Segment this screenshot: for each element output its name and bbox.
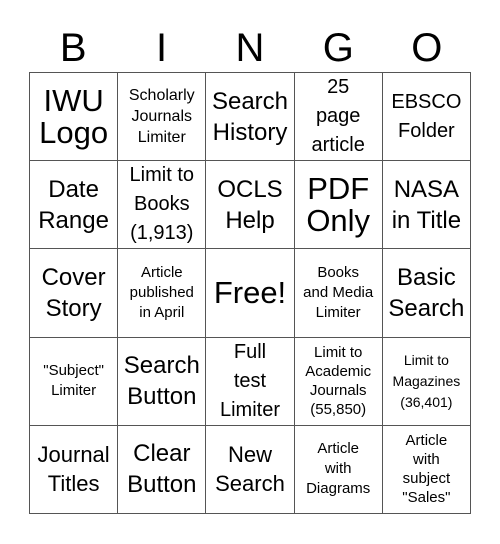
cell-label: Date Range — [38, 175, 109, 234]
bingo-cell[interactable]: Journal Titles — [30, 425, 119, 514]
bingo-cell[interactable]: Basic Search — [382, 249, 471, 338]
header-letter-b: B — [59, 26, 87, 70]
cell-label: Limit to Magazines (36,401) — [392, 351, 461, 410]
cell-label: Books and Media Limiter — [303, 263, 374, 321]
bingo-cell[interactable]: Article with Diagrams — [294, 425, 383, 514]
bingo-cell[interactable]: Cover Story — [30, 249, 119, 338]
bingo-cell[interactable]: PDF Only — [294, 161, 383, 250]
header-letter-n: N — [235, 26, 265, 70]
bingo-cell[interactable]: New Search — [206, 425, 295, 514]
bingo-cell[interactable]: Limit to Academic Journals (55,850) — [294, 337, 383, 426]
cell-label: Basic Search — [388, 263, 465, 322]
cell-label: Search History — [211, 87, 289, 146]
cell-label: NASA in Title — [391, 175, 462, 234]
cell-label: PDF Only — [306, 170, 371, 238]
bingo-cell[interactable]: Scholarly Journals Limiter — [118, 73, 207, 162]
free-space-label: Free! — [213, 274, 287, 310]
cell-label: OCLS Help — [217, 175, 283, 234]
bingo-cell[interactable]: "Subject" Limiter — [30, 337, 119, 426]
cell-label: Journal Titles — [37, 442, 110, 497]
bingo-cell[interactable]: OCLS Help — [206, 161, 295, 250]
cell-label: Article with Diagrams — [306, 440, 371, 498]
cell-label: EBSCO Folder — [391, 90, 462, 142]
free-space-cell[interactable]: Free! — [206, 249, 295, 338]
bingo-cell[interactable]: Search History — [206, 73, 295, 162]
bingo-cell[interactable]: NASA in Title — [382, 161, 471, 250]
header-letter-g: G — [322, 26, 354, 70]
header-letter-i: I — [156, 26, 168, 70]
cell-label: Full test Limiter — [219, 340, 280, 421]
bingo-cell[interactable]: Clear Button — [118, 425, 207, 514]
cell-label: Limit to Books (1,913) — [129, 164, 195, 245]
cell-label: Article published in April — [129, 263, 194, 321]
cell-label: Scholarly Journals Limiter — [128, 87, 195, 147]
bingo-cell[interactable]: 25 page article — [294, 73, 383, 162]
cell-label: Limit to Academic Journals (55,850) — [305, 344, 372, 419]
bingo-cell[interactable]: Full test Limiter — [206, 337, 295, 426]
cell-label: Clear Button — [127, 440, 197, 499]
bingo-cell[interactable]: Limit to Books (1,913) — [118, 161, 207, 250]
bingo-header: B I N G O — [29, 24, 471, 72]
cell-label: IWU Logo — [39, 82, 109, 150]
bingo-grid: IWU Logo Scholarly Journals Limiter Sear… — [29, 72, 471, 514]
bingo-cell[interactable]: Article published in April — [118, 249, 207, 338]
bingo-cell[interactable]: Article with subject "Sales" — [382, 425, 471, 514]
cell-label: Search Button — [123, 352, 200, 411]
bingo-cell[interactable]: IWU Logo — [30, 73, 119, 162]
cell-label: Cover Story — [41, 263, 106, 322]
bingo-cell[interactable]: Date Range — [30, 161, 119, 250]
cell-label: New Search — [215, 442, 285, 497]
cell-label: 25 page article — [311, 76, 365, 157]
bingo-cell[interactable]: Limit to Magazines (36,401) — [382, 337, 471, 426]
cell-label: Article with subject "Sales" — [402, 432, 451, 507]
cell-label: "Subject" Limiter — [43, 362, 104, 400]
header-letter-o: O — [411, 26, 443, 70]
bingo-cell[interactable]: Search Button — [118, 337, 207, 426]
bingo-cell[interactable]: Books and Media Limiter — [294, 249, 383, 338]
bingo-cell[interactable]: EBSCO Folder — [382, 73, 471, 162]
